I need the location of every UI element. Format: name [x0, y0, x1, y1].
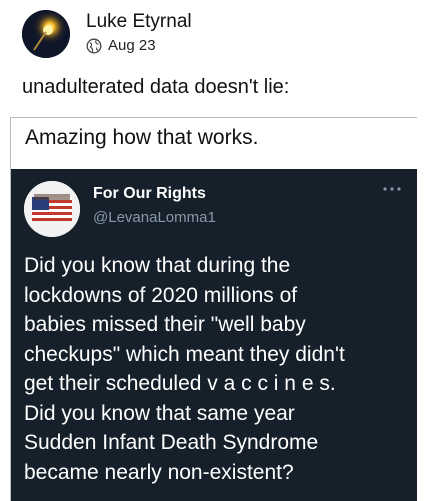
- tweet-body: Did you know that during the lockdowns o…: [24, 251, 414, 487]
- tweet-line: get their scheduled v a c c i n e s.: [24, 372, 336, 395]
- screenshot-caption: Amazing how that works.: [25, 126, 259, 149]
- tweet-line: Did you know that during the: [24, 254, 291, 277]
- tweet-line: Did you know that same year: [24, 401, 295, 425]
- tweet-line: became nearly non-existent?: [24, 460, 294, 484]
- globe-icon: [86, 38, 102, 53]
- author-name[interactable]: Luke Etyrnal: [86, 11, 192, 33]
- more-options-icon: [383, 187, 401, 191]
- tweet-avatar: [24, 181, 80, 237]
- avatar-image: [22, 10, 70, 58]
- flag-avatar-image: [24, 181, 80, 237]
- post-date[interactable]: Aug 23: [108, 37, 156, 54]
- embedded-tweet: For Our Rights @LevanaLomma1 Did you kno…: [11, 169, 417, 501]
- tweet-line: babies missed their "well baby: [24, 313, 306, 336]
- post-header: Luke Etyrnal Aug 23: [0, 0, 426, 70]
- tweet-line: Sudden Infant Death Syndrome: [24, 431, 319, 454]
- tweet-handle: @LevanaLomma1: [93, 209, 216, 226]
- shared-screenshot[interactable]: Amazing how that works. For Our Rights @…: [10, 117, 417, 501]
- tweet-line: lockdowns of 2020 millions of: [24, 283, 298, 307]
- author-avatar[interactable]: [22, 10, 70, 58]
- post-text: unadulterated data doesn't lie:: [22, 76, 290, 98]
- tweet-author-name: For Our Rights: [93, 185, 206, 202]
- tweet-line: checkups" which meant they didn't: [24, 342, 345, 366]
- post-meta: Aug 23: [86, 37, 156, 54]
